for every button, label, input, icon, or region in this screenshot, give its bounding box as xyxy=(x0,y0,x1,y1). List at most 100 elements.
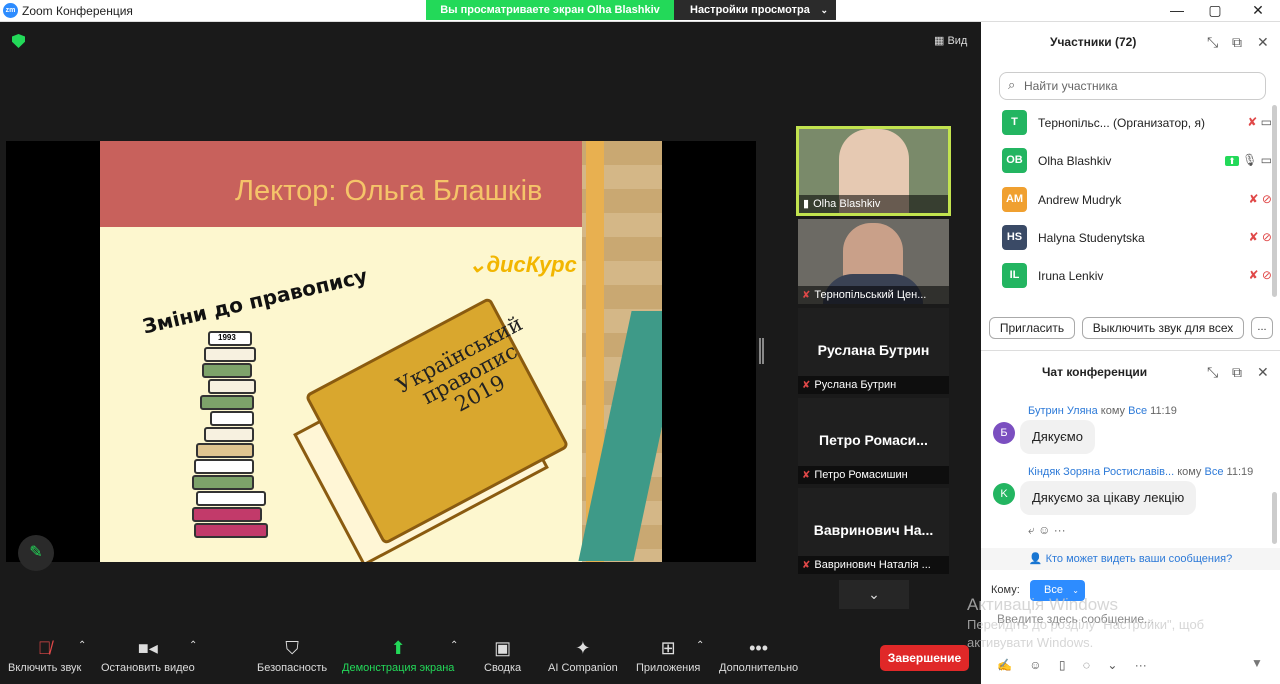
participant-name: Тернопільс... (Организатор, я) xyxy=(1038,116,1205,130)
sharing-icon: ⬆ 🎙 ▭ xyxy=(1225,153,1272,167)
thumbnail-name: ✘ Тернопільський Цен... xyxy=(798,286,949,304)
stack-book xyxy=(196,443,254,458)
stop-video-button[interactable]: ■◂ Остановить видео xyxy=(101,636,195,674)
reply-icon: ⤶ xyxy=(1028,523,1035,537)
summary-button[interactable]: ▣ Сводка xyxy=(484,636,521,674)
share-screen-button[interactable]: ⬆ Демонстрация экрана xyxy=(342,636,454,674)
divider xyxy=(981,350,1280,351)
people-icon: 👤 xyxy=(1028,553,1043,565)
shield-icon: ⛉ xyxy=(285,638,299,658)
thumbnail-name: ✘ Вавринович Наталія ... xyxy=(798,556,949,574)
thumbnail-name: ✘ Петро Ромасишин xyxy=(798,466,949,484)
chevron-up-icon[interactable]: ⌃ xyxy=(189,640,197,651)
video-thumbnail[interactable]: Вавринович На... ✘ Вавринович Наталія ... xyxy=(798,488,949,574)
avatar: K xyxy=(993,483,1015,505)
view-settings-dropdown[interactable]: Настройки просмотра ⌄ xyxy=(674,0,836,20)
popout-icon[interactable]: ⧉ xyxy=(1232,364,1242,381)
avatar: Б xyxy=(993,422,1015,444)
mic-muted-icon: ✘ xyxy=(802,290,811,301)
stack-book xyxy=(196,491,266,506)
ai-companion-button[interactable]: ✦ AI Companion xyxy=(548,636,618,674)
emoji-icon: ☺ xyxy=(1029,658,1042,672)
mic-muted-icon[interactable]: ✘ ⊘ xyxy=(1249,268,1272,282)
participants-scrollbar[interactable] xyxy=(1272,105,1277,297)
stack-book xyxy=(204,427,254,442)
slide-subtitle: Зміни до правопису xyxy=(140,263,370,339)
mic-muted-icon: ✘ xyxy=(802,470,811,481)
thumbnail-display-name: Петро Ромаси... xyxy=(819,432,928,448)
close-button[interactable]: ✕ xyxy=(1238,0,1278,22)
thumbnail-name: ▮ Olha Blashkiv xyxy=(799,195,948,213)
chevron-up-icon[interactable]: ⌃ xyxy=(78,640,86,651)
more-dots-icon: ··· xyxy=(1134,658,1147,672)
avatar: IL xyxy=(1002,263,1027,288)
video-thumbnail[interactable]: Руслана Бутрин ✘ Руслана Бутрин xyxy=(798,308,949,394)
chevron-down-icon[interactable]: ⌄ xyxy=(839,580,909,609)
message-actions[interactable]: ⤶ ☺ ··· xyxy=(1028,523,1066,538)
avatar: HS xyxy=(1002,225,1027,250)
participant-name: Halyna Studenytska xyxy=(1038,231,1145,245)
maximize-button[interactable]: ▢ xyxy=(1195,0,1235,22)
participant-row[interactable]: OB Olha Blashkiv ⬆ 🎙 ▭ xyxy=(1002,146,1272,176)
apps-button[interactable]: ⊞ Приложения xyxy=(636,636,700,674)
participant-row[interactable]: IL Iruna Lenkiv ✘ ⊘ xyxy=(1002,261,1272,291)
mic-muted-icon[interactable]: ✘ ⊘ xyxy=(1249,230,1272,244)
mic-muted-icon: ✘ xyxy=(802,560,811,571)
close-icon[interactable]: ✕ xyxy=(1257,34,1269,51)
stack-book xyxy=(192,507,262,522)
participant-name: Iruna Lenkiv xyxy=(1038,269,1104,283)
collapse-icon[interactable]: ⤡ xyxy=(1207,34,1218,51)
viewing-screen-banner: Вы просматриваете экран Olha Blashkiv xyxy=(426,0,674,20)
video-camera-icon: ■◂ xyxy=(137,638,158,658)
resize-handle[interactable] xyxy=(759,338,764,364)
avatar: AM xyxy=(1002,187,1027,212)
share-screen-icon: ⬆ xyxy=(390,638,406,658)
participants-more-button[interactable]: ... xyxy=(1251,317,1273,339)
security-button[interactable]: ⛉ Безопасность xyxy=(257,636,327,674)
participant-name: Andrew Mudryk xyxy=(1038,193,1122,207)
emoji-icon: ☺ xyxy=(1038,523,1051,537)
end-meeting-button[interactable]: Завершение xyxy=(880,645,969,671)
stack-book: 1993 xyxy=(208,331,252,346)
stack-book xyxy=(210,411,254,426)
video-thumbnail[interactable]: Петро Ромаси... ✘ Петро Ромасишин xyxy=(798,398,949,484)
chat-scrollbar[interactable] xyxy=(1272,492,1277,544)
apps-icon: ⊞ xyxy=(660,638,676,658)
window-title: Zoom Конференция xyxy=(22,4,133,18)
video-thumbnail[interactable]: ▮ Olha Blashkiv xyxy=(796,126,951,216)
view-settings-label: Настройки просмотра xyxy=(690,4,810,16)
minimize-button[interactable]: — xyxy=(1157,0,1197,22)
participant-row[interactable]: HS Halyna Studenytska ✘ ⊘ xyxy=(1002,223,1272,253)
chat-visibility-link[interactable]: 👤 Кто может видеть ваши сообщения? xyxy=(981,548,1280,570)
chevron-up-icon[interactable]: ⌃ xyxy=(450,640,458,651)
more-dots-icon: ··· xyxy=(1053,523,1066,537)
collapse-icon[interactable]: ⤡ xyxy=(1207,364,1218,381)
participant-row[interactable]: T Тернопільс... (Организатор, я) ✘ ▭ xyxy=(1002,108,1272,138)
file-icon: ▯ xyxy=(1058,658,1066,672)
participant-row[interactable]: AM Andrew Mudryk ✘ ⊘ xyxy=(1002,185,1272,215)
avatar: T xyxy=(1002,110,1027,135)
participant-search-input[interactable]: Найти участника xyxy=(999,72,1266,100)
chat-toolbar[interactable]: ✍ ☺ ▯ ◌ ⌄ ··· xyxy=(997,658,1147,672)
view-button[interactable]: ▦ Вид xyxy=(934,34,967,47)
mic-muted-icon[interactable]: ✘ ▭ xyxy=(1247,115,1272,129)
chevron-up-icon[interactable]: ⌃ xyxy=(696,640,704,651)
thumbnail-display-name: Руслана Бутрин xyxy=(817,342,930,358)
close-icon[interactable]: ✕ xyxy=(1257,364,1269,381)
send-icon[interactable]: ▼ xyxy=(1251,656,1271,674)
participant-name: Olha Blashkiv xyxy=(1038,154,1112,168)
slide-lector-text: Лектор: Ольга Блашків xyxy=(235,175,543,207)
stack-book xyxy=(194,459,254,474)
mic-muted-icon[interactable]: ✘ ⊘ xyxy=(1249,192,1272,206)
popout-icon[interactable]: ⧉ xyxy=(1232,34,1242,51)
unmute-button[interactable]: 🎙̸ Включить звук xyxy=(8,636,81,674)
chevron-down-icon: ⌄ xyxy=(1107,658,1118,672)
annotate-pencil-button[interactable]: ✎ xyxy=(18,535,54,571)
thumbnail-name: ✘ Руслана Бутрин xyxy=(798,376,949,394)
stack-book xyxy=(208,379,256,394)
invite-button[interactable]: Пригласить xyxy=(989,317,1075,339)
more-button[interactable]: ••• Дополнительно xyxy=(719,636,798,674)
zoom-logo-icon: zm xyxy=(3,3,18,18)
video-thumbnail[interactable]: ✘ Тернопільський Цен... xyxy=(798,219,949,304)
mute-all-button[interactable]: Выключить звук для всех xyxy=(1082,317,1244,339)
